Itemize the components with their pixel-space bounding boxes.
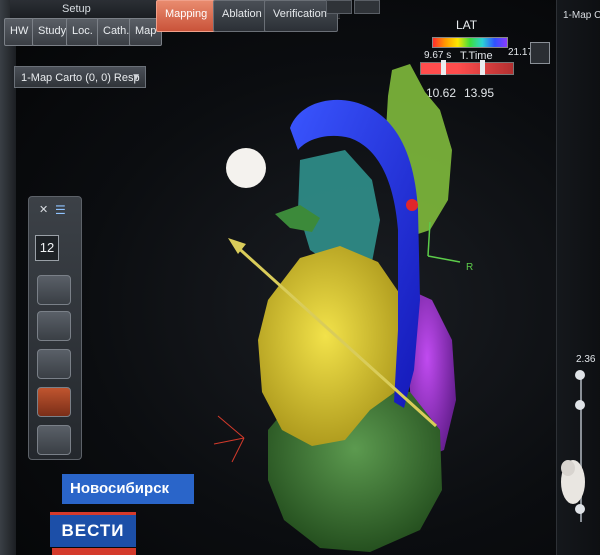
channel-logo: ВЕСТИ [50, 512, 136, 547]
axis-label-r: R [466, 262, 474, 273]
location-caption: Новосибирск [62, 474, 194, 504]
channel-logo-bar [52, 548, 136, 555]
orientation-axis [217, 415, 245, 439]
carto-screen: Setup HW Study Loc. Cath. Map Mapping Ab… [0, 0, 600, 555]
axis-x [427, 255, 461, 263]
heart-3d-map[interactable] [0, 0, 600, 555]
ablation-marker [406, 199, 418, 211]
orientation-axis [213, 437, 245, 445]
reference-sphere [226, 148, 266, 188]
orientation-axis [231, 437, 245, 463]
